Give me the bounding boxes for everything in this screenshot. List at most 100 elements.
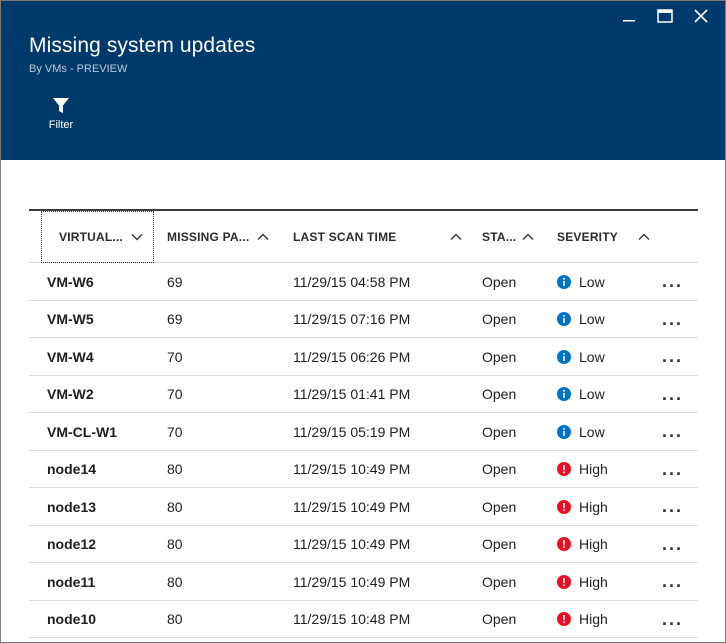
table-row[interactable]: VM-W2 70 11/29/15 01:41 PM Open Low ... [29, 376, 698, 413]
more-options-button[interactable]: ... [662, 601, 683, 638]
column-header-state[interactable]: STA... [482, 211, 552, 263]
missing-patches-count: 69 [167, 311, 183, 327]
last-scan-time: 11/29/15 07:16 PM [293, 311, 411, 327]
missing-patches-count: 80 [167, 536, 183, 552]
filter-button[interactable]: Filter [41, 97, 81, 141]
alert-icon [557, 537, 571, 551]
last-scan-time: 11/29/15 10:49 PM [293, 573, 411, 590]
severity-cell: Low [557, 338, 605, 375]
more-options-button[interactable]: ... [662, 526, 683, 563]
last-scan-time: 11/29/15 06:26 PM [293, 348, 411, 365]
blade-header: Missing system updates By VMs - PREVIEW … [1, 1, 725, 160]
column-header-label: MISSING PA... [167, 230, 250, 244]
close-button[interactable] [683, 5, 719, 27]
missing-patches-count: 80 [167, 461, 183, 477]
more-options-button[interactable]: ... [662, 376, 683, 413]
vm-name: VM-W6 [47, 273, 94, 290]
missing-patches-count: 70 [167, 386, 183, 402]
column-header-label: VIRTUAL... [59, 230, 123, 244]
missing-patches-count: 80 [167, 573, 183, 590]
more-options-button[interactable]: ... [662, 451, 683, 488]
vm-name: node13 [47, 498, 97, 515]
chevron-up-icon [638, 233, 650, 241]
last-scan-time: 11/29/15 01:41 PM [293, 386, 411, 402]
column-header-last-scan-time[interactable]: LAST SCAN TIME [293, 211, 473, 263]
missing-patches-count: 80 [167, 498, 183, 515]
chevron-up-icon [450, 233, 462, 241]
severity-cell: Low [557, 413, 605, 450]
table-row[interactable]: node13 80 11/29/15 10:49 PM Open High ..… [29, 488, 698, 526]
table-row[interactable]: node11 80 11/29/15 10:49 PM Open High ..… [29, 563, 698, 601]
blade-window: Missing system updates By VMs - PREVIEW … [0, 0, 726, 643]
table-row[interactable]: VM-W5 69 11/29/15 07:16 PM Open Low ... [29, 301, 698, 338]
info-icon [557, 387, 571, 401]
column-header-severity[interactable]: SEVERITY [557, 211, 657, 263]
missing-patches-count: 70 [167, 348, 183, 365]
vm-name: node11 [47, 573, 96, 590]
column-header-label: STA... [482, 230, 517, 244]
severity-value: High [579, 461, 608, 477]
severity-cell: High [557, 488, 608, 525]
last-scan-time: 11/29/15 04:58 PM [293, 273, 411, 290]
table-row[interactable]: node10 80 11/29/15 10:48 PM Open High ..… [29, 601, 698, 638]
alert-icon [557, 462, 571, 476]
state-value: Open [482, 573, 517, 590]
severity-cell: High [557, 601, 608, 638]
table-row[interactable]: node14 80 11/29/15 10:49 PM Open High ..… [29, 451, 698, 488]
maximize-icon [657, 9, 673, 23]
severity-value: Low [579, 423, 605, 440]
table-row[interactable]: VM-CL-W1 70 11/29/15 05:19 PM Open Low .… [29, 413, 698, 451]
last-scan-time: 11/29/15 10:49 PM [293, 461, 411, 477]
minimize-icon [623, 20, 635, 22]
more-options-button[interactable]: ... [662, 301, 683, 338]
table-row[interactable]: VM-W6 69 11/29/15 04:58 PM Open Low ... [29, 263, 698, 301]
updates-table: VIRTUAL... MISSING PA... LAST SCAN TIME … [29, 209, 698, 638]
column-header-label: SEVERITY [557, 230, 618, 244]
info-icon [557, 274, 571, 289]
info-icon [557, 424, 571, 439]
table-row[interactable]: VM-W4 70 11/29/15 06:26 PM Open Low ... [29, 338, 698, 376]
more-options-button[interactable]: ... [662, 338, 683, 375]
chevron-down-icon [131, 233, 143, 241]
last-scan-time: 11/29/15 10:49 PM [293, 498, 411, 515]
severity-cell: High [557, 526, 608, 563]
info-icon [557, 349, 571, 364]
table-row[interactable]: node12 80 11/29/15 10:49 PM Open High ..… [29, 526, 698, 563]
last-scan-time: 11/29/15 05:19 PM [293, 423, 411, 440]
vm-name: node14 [47, 461, 97, 477]
vm-name: VM-CL-W1 [47, 423, 117, 440]
state-value: Open [482, 611, 517, 627]
blade-subtitle: By VMs - PREVIEW [29, 63, 128, 75]
vm-name: VM-W2 [47, 386, 94, 402]
window-controls [611, 5, 719, 27]
severity-cell: Low [557, 376, 605, 413]
chevron-up-icon [257, 233, 269, 241]
more-options-button[interactable]: ... [662, 488, 683, 525]
more-options-button[interactable]: ... [662, 563, 683, 600]
column-header-missing-patches[interactable]: MISSING PA... [167, 211, 287, 263]
alert-icon [557, 574, 571, 589]
vm-name: node12 [47, 536, 97, 552]
severity-cell: Low [557, 301, 605, 338]
state-value: Open [482, 386, 517, 402]
severity-value: High [579, 573, 608, 590]
more-options-button[interactable]: ... [662, 413, 683, 450]
close-icon [694, 9, 708, 23]
severity-value: Low [579, 273, 605, 290]
alert-icon [557, 499, 571, 514]
severity-value: Low [579, 311, 605, 327]
column-header-virtual-machine[interactable]: VIRTUAL... [41, 211, 154, 263]
vm-name: VM-W5 [47, 311, 94, 327]
minimize-button[interactable] [611, 5, 647, 27]
info-icon [557, 312, 571, 326]
severity-value: Low [579, 348, 605, 365]
more-options-button[interactable]: ... [662, 263, 683, 300]
severity-value: High [579, 611, 608, 627]
state-value: Open [482, 498, 517, 515]
column-header-label: LAST SCAN TIME [293, 230, 397, 244]
missing-patches-count: 69 [167, 273, 183, 290]
severity-cell: High [557, 451, 608, 488]
missing-patches-count: 80 [167, 611, 183, 627]
maximize-button[interactable] [647, 5, 683, 27]
missing-patches-count: 70 [167, 423, 183, 440]
